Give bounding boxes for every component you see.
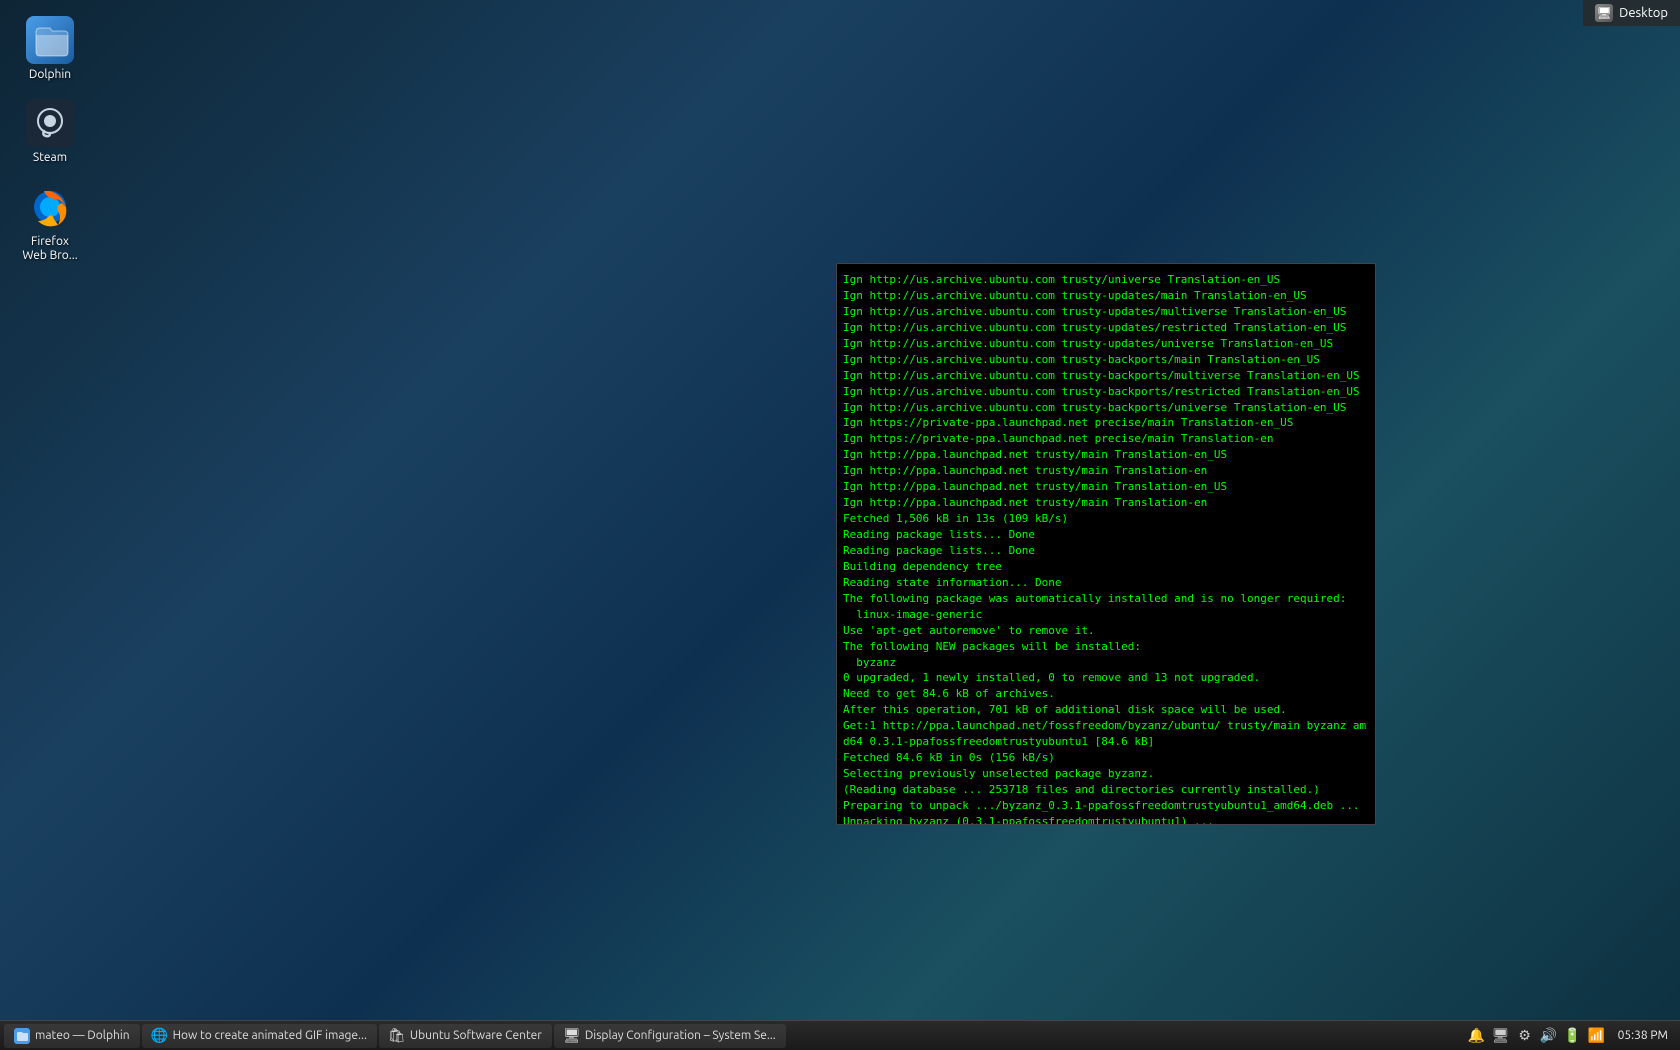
tray-volume-icon[interactable]: 🔊: [1540, 1027, 1558, 1045]
tray-battery-icon[interactable]: 🔋: [1564, 1027, 1582, 1045]
dolphin-label: Dolphin: [29, 68, 71, 82]
taskbar-left: mateo — Dolphin 🌐 How to create animated…: [0, 1024, 790, 1048]
taskbar-browser-icon: 🌐: [152, 1028, 168, 1044]
steam-icon-img: [26, 99, 74, 147]
firefox-icon[interactable]: FirefoxWeb Bro...: [10, 177, 90, 270]
taskbar-item-dolphin[interactable]: mateo — Dolphin: [4, 1024, 140, 1048]
taskbar-item-software[interactable]: 🛍 Ubuntu Software Center: [379, 1024, 552, 1048]
dolphin-icon[interactable]: Dolphin: [10, 10, 90, 88]
tray-notify-icon[interactable]: 🔔: [1468, 1027, 1486, 1045]
taskbar-item-browser[interactable]: 🌐 How to create animated GIF image...: [142, 1024, 377, 1048]
taskbar-browser-label: How to create animated GIF image...: [173, 1029, 367, 1042]
taskbar-right: 🔔 🖥 ⚙ 🔊 🔋 📶 05:38 PM: [1460, 1027, 1680, 1045]
firefox-icon-img: [26, 183, 74, 231]
tray-network-icon[interactable]: 📶: [1588, 1027, 1606, 1045]
taskbar-dolphin-label: mateo — Dolphin: [35, 1029, 130, 1042]
taskbar-dolphin-icon: [14, 1028, 30, 1044]
taskbar-clock: 05:38 PM: [1614, 1029, 1672, 1042]
desktop-button-label: Desktop: [1619, 6, 1668, 20]
desktop: 🖥 Desktop Dolp: [0, 0, 1680, 1050]
desktop-button-icon: 🖥: [1595, 4, 1613, 22]
taskbar-tray: 🔔 🖥 ⚙ 🔊 🔋 📶: [1468, 1027, 1606, 1045]
taskbar-item-display[interactable]: 🖥 Display Configuration – System Se...: [554, 1024, 786, 1048]
taskbar-display-icon: 🖥: [564, 1028, 580, 1044]
terminal-window[interactable]: Ign http://us.archive.ubuntu.com trusty/…: [836, 263, 1376, 825]
firefox-label: FirefoxWeb Bro...: [22, 235, 77, 264]
desktop-button[interactable]: 🖥 Desktop: [1583, 0, 1680, 26]
terminal-content: Ign http://us.archive.ubuntu.com trusty/…: [837, 264, 1375, 824]
steam-label: Steam: [33, 151, 67, 165]
tray-monitor-icon[interactable]: 🖥: [1492, 1027, 1510, 1045]
steam-icon[interactable]: Steam: [10, 93, 90, 171]
taskbar-display-label: Display Configuration – System Se...: [585, 1029, 776, 1042]
desktop-icons: Dolphin Steam: [10, 10, 90, 270]
taskbar: mateo — Dolphin 🌐 How to create animated…: [0, 1020, 1680, 1050]
dolphin-icon-img: [26, 16, 74, 64]
taskbar-software-label: Ubuntu Software Center: [410, 1029, 542, 1042]
tray-settings-icon[interactable]: ⚙: [1516, 1027, 1534, 1045]
taskbar-software-icon: 🛍: [389, 1028, 405, 1044]
